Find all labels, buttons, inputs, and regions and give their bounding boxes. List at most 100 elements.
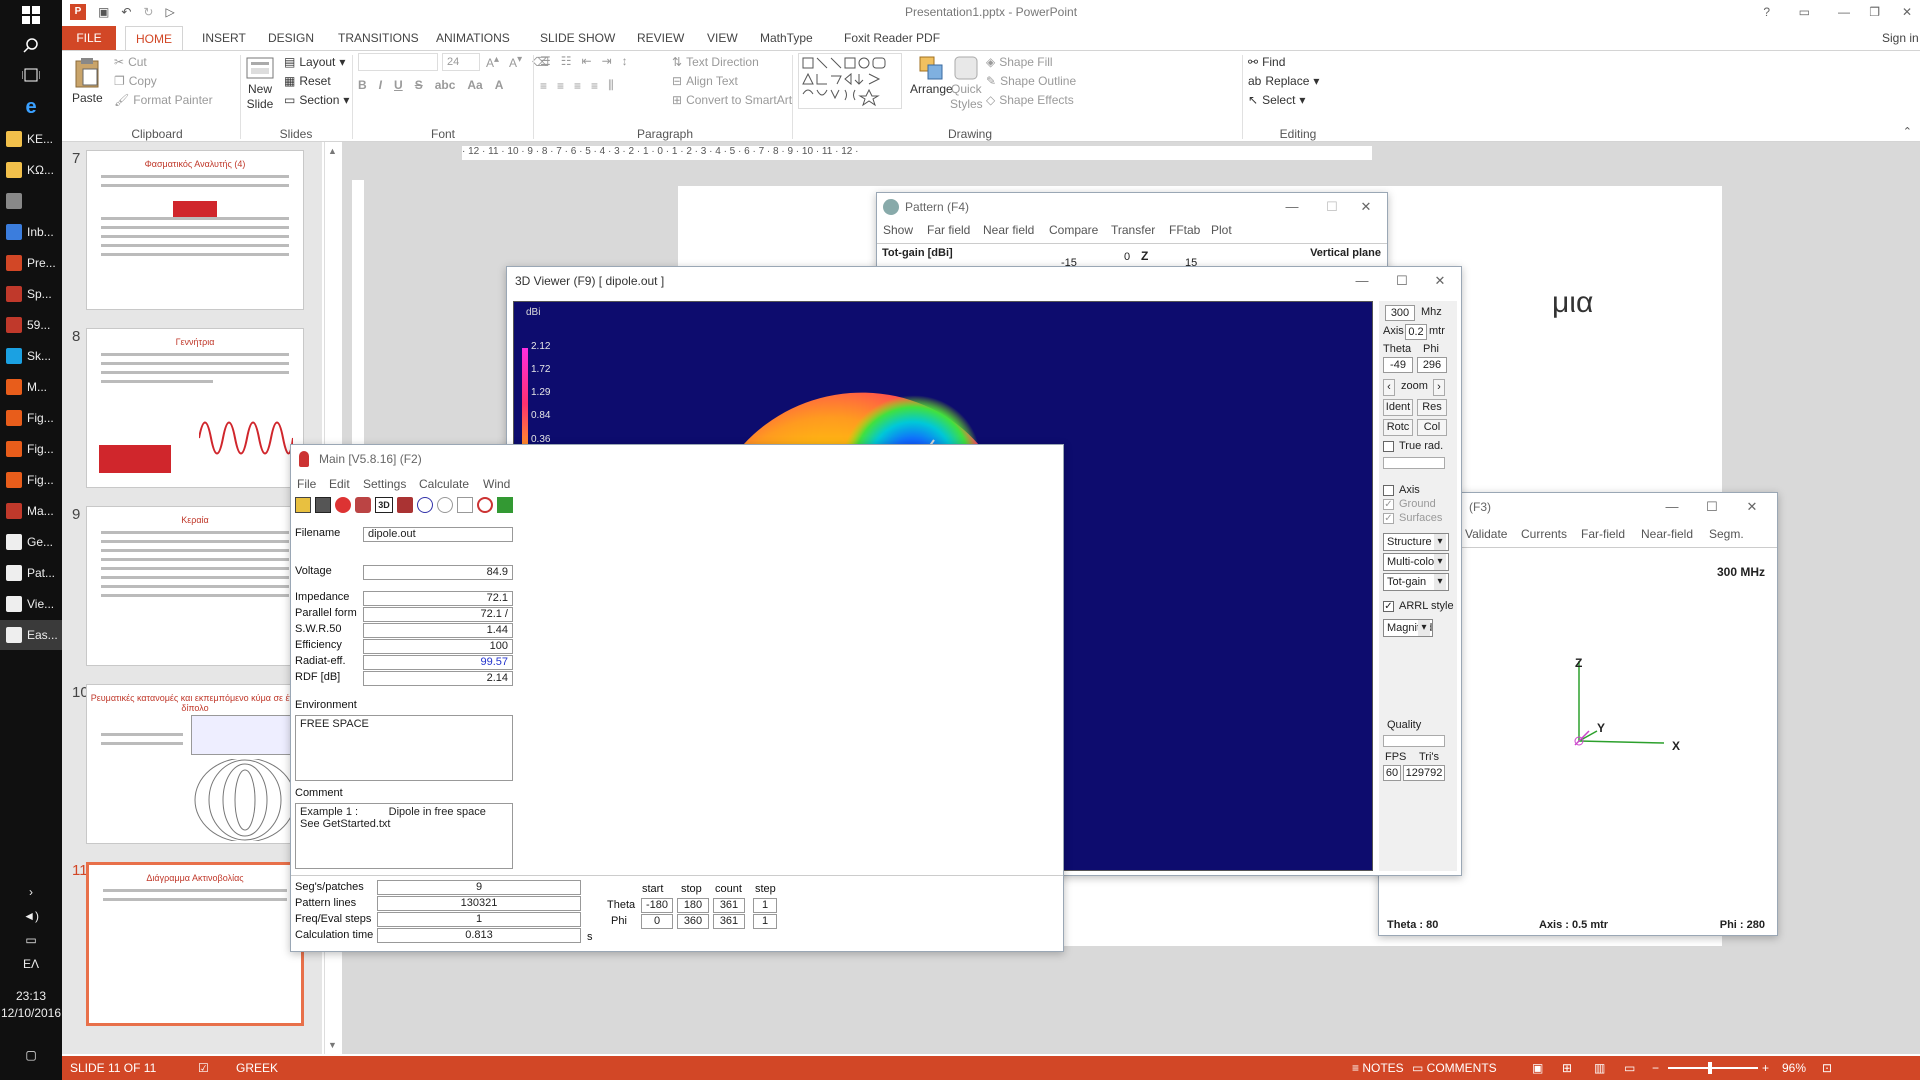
reading-view-icon[interactable]: ▥ (1594, 1056, 1605, 1080)
maximize-button[interactable]: ☐ (1317, 193, 1347, 221)
numbering-icon[interactable]: ☷ (561, 54, 572, 68)
action-center-button[interactable]: ▢ (0, 1040, 62, 1070)
section-button[interactable]: ▭ Section ▾ (284, 93, 349, 107)
arrange-button[interactable]: Arrange (910, 55, 953, 96)
taskbar-app-button[interactable]: Pat... (0, 558, 62, 588)
decrease-indent-icon[interactable]: ⇤ (582, 54, 592, 68)
taskbar-app-button[interactable]: Sp... (0, 279, 62, 309)
slide-thumbnail-9[interactable]: Κεραία (86, 506, 304, 666)
true-rad-slider[interactable] (1383, 457, 1445, 469)
help-icon[interactable]: ? (1763, 0, 1770, 24)
line-spacing-icon[interactable]: ↕ (622, 54, 628, 68)
bullets-icon[interactable]: ☰ (540, 54, 551, 68)
slide-thumbnail-11[interactable]: Διάγραμμα Ακτινοβολίας (86, 862, 304, 1026)
align-left-icon[interactable]: ≡ (540, 79, 547, 93)
minimize-button[interactable]: — (1838, 0, 1850, 24)
menu-calculate[interactable]: Calculate (419, 477, 469, 491)
target-icon[interactable] (477, 497, 493, 513)
slide-sorter-icon[interactable]: ⊞ (1562, 1056, 1572, 1080)
collapse-ribbon-icon[interactable]: ⌃ (1903, 125, 1912, 138)
optimize-icon[interactable] (497, 497, 513, 513)
menu-validate[interactable]: Validate (1465, 527, 1507, 541)
shapes-gallery[interactable] (798, 53, 902, 109)
environment-box[interactable]: FREE SPACE (295, 715, 513, 781)
menu-currents[interactable]: Currents (1521, 527, 1567, 541)
italic-icon[interactable]: I (379, 78, 382, 92)
close-button[interactable]: ✕ (1351, 193, 1381, 221)
slide-thumbnail-8[interactable]: Γεννήτρια (86, 328, 304, 488)
shape-outline-button[interactable]: ✎ Shape Outline (986, 74, 1076, 88)
geometry-icon[interactable] (355, 497, 371, 513)
phi-field[interactable]: 296 (1417, 357, 1447, 373)
align-right-icon[interactable]: ≡ (574, 79, 581, 93)
menu-window[interactable]: Wind (483, 477, 510, 491)
menu-transfer[interactable]: Transfer (1111, 223, 1155, 237)
menu-far-field[interactable]: Far field (927, 223, 970, 237)
color-mode-select[interactable]: Multi-colo (1383, 553, 1449, 571)
menu-edit[interactable]: Edit (329, 477, 350, 491)
menu-show[interactable]: Show (883, 223, 913, 237)
ident-button[interactable]: Ident (1383, 399, 1413, 416)
theta-stop-field[interactable]: 180 (677, 898, 709, 913)
edge-button[interactable]: e (0, 92, 62, 122)
frequency-field[interactable]: 300 (1385, 305, 1415, 321)
quick-styles-button[interactable]: Quick Styles (950, 55, 983, 111)
taskbar-app-button[interactable]: Ge... (0, 527, 62, 557)
taskbar-app-button[interactable]: KE... (0, 124, 62, 154)
tab-foxit[interactable]: Foxit Reader PDF (844, 26, 940, 50)
cut-button[interactable]: ✂ Cut (114, 55, 147, 69)
3d-view-icon[interactable]: 3D (375, 497, 393, 513)
menu-compare[interactable]: Compare (1049, 223, 1098, 237)
phi-start-field[interactable]: 0 (641, 914, 673, 929)
axis-checkbox[interactable] (1383, 485, 1394, 496)
phi-stop-field[interactable]: 360 (677, 914, 709, 929)
taskbar-app-button[interactable]: Fig... (0, 403, 62, 433)
zoom-level[interactable]: 96% (1782, 1056, 1806, 1080)
comment-box[interactable]: Example 1 : Dipole in free space See GetS… (295, 803, 513, 869)
reset-button[interactable]: ▦ Reset (284, 74, 331, 88)
minimize-button[interactable]: — (1277, 193, 1307, 221)
zoom-out-button[interactable]: ‹ (1383, 379, 1395, 396)
tab-transitions[interactable]: TRANSITIONS (338, 26, 419, 50)
taskbar-app-button[interactable] (0, 186, 62, 216)
sign-in-link[interactable]: Sign in (1882, 26, 1919, 50)
search-button[interactable] (0, 30, 62, 60)
notes-button[interactable]: ≡ NOTES (1352, 1056, 1404, 1080)
structure-select[interactable]: Structure (1383, 533, 1449, 551)
network-button[interactable]: ▭ (0, 928, 62, 952)
zoom-in-button[interactable]: › (1433, 379, 1445, 396)
rotc-button[interactable]: Rotc (1383, 419, 1413, 436)
zoom-slider[interactable] (1668, 1067, 1758, 1069)
tab-review[interactable]: REVIEW (637, 26, 684, 50)
edit-icon[interactable] (335, 497, 351, 513)
zoom-in-icon[interactable]: + (1762, 1056, 1769, 1080)
fit-slide-icon[interactable]: ⊡ (1822, 1056, 1832, 1080)
new-slide-button[interactable]: New Slide (246, 57, 274, 111)
ground-checkbox[interactable]: ✓ (1383, 499, 1394, 510)
spelling-icon[interactable]: ☑ (198, 1056, 209, 1080)
shape-fill-button[interactable]: ◈ Shape Fill (986, 55, 1053, 69)
layout-button[interactable]: ▤ Layout ▾ (284, 55, 345, 69)
tab-view[interactable]: VIEW (707, 26, 738, 50)
surfaces-checkbox[interactable]: ✓ (1383, 513, 1394, 524)
ribbon-display-icon[interactable]: ▭ (1799, 0, 1810, 24)
format-painter-button[interactable]: 🖌 Format Painter (114, 93, 213, 107)
gain-select[interactable]: Tot-gain (1383, 573, 1449, 591)
slide-text-fragment[interactable]: μια (1552, 286, 1593, 320)
res-button[interactable]: Res (1417, 399, 1447, 416)
clock[interactable]: 23:13 12/10/2016 (0, 988, 62, 1022)
filename-field[interactable]: dipole.out (363, 527, 513, 542)
theta-step-field[interactable]: 1 (753, 898, 777, 913)
font-color-icon[interactable]: A (495, 78, 504, 92)
maximize-button[interactable]: ☐ (1387, 267, 1417, 295)
maximize-button[interactable]: ☐ (1697, 493, 1727, 521)
menu-fftab[interactable]: FFtab (1169, 223, 1200, 237)
axis-field[interactable]: 0.2 (1405, 324, 1427, 340)
task-view-button[interactable] (0, 60, 62, 90)
slide-thumbnail-7[interactable]: Φασματικός Αναλυτής (4) (86, 150, 304, 310)
zoom-slider-thumb[interactable] (1708, 1062, 1712, 1074)
menu-plot[interactable]: Plot (1211, 223, 1232, 237)
find-button[interactable]: ⚯ Find (1248, 55, 1285, 69)
menu-segm[interactable]: Segm. (1709, 527, 1744, 541)
language-indicator[interactable]: ΕΛ (0, 952, 62, 976)
